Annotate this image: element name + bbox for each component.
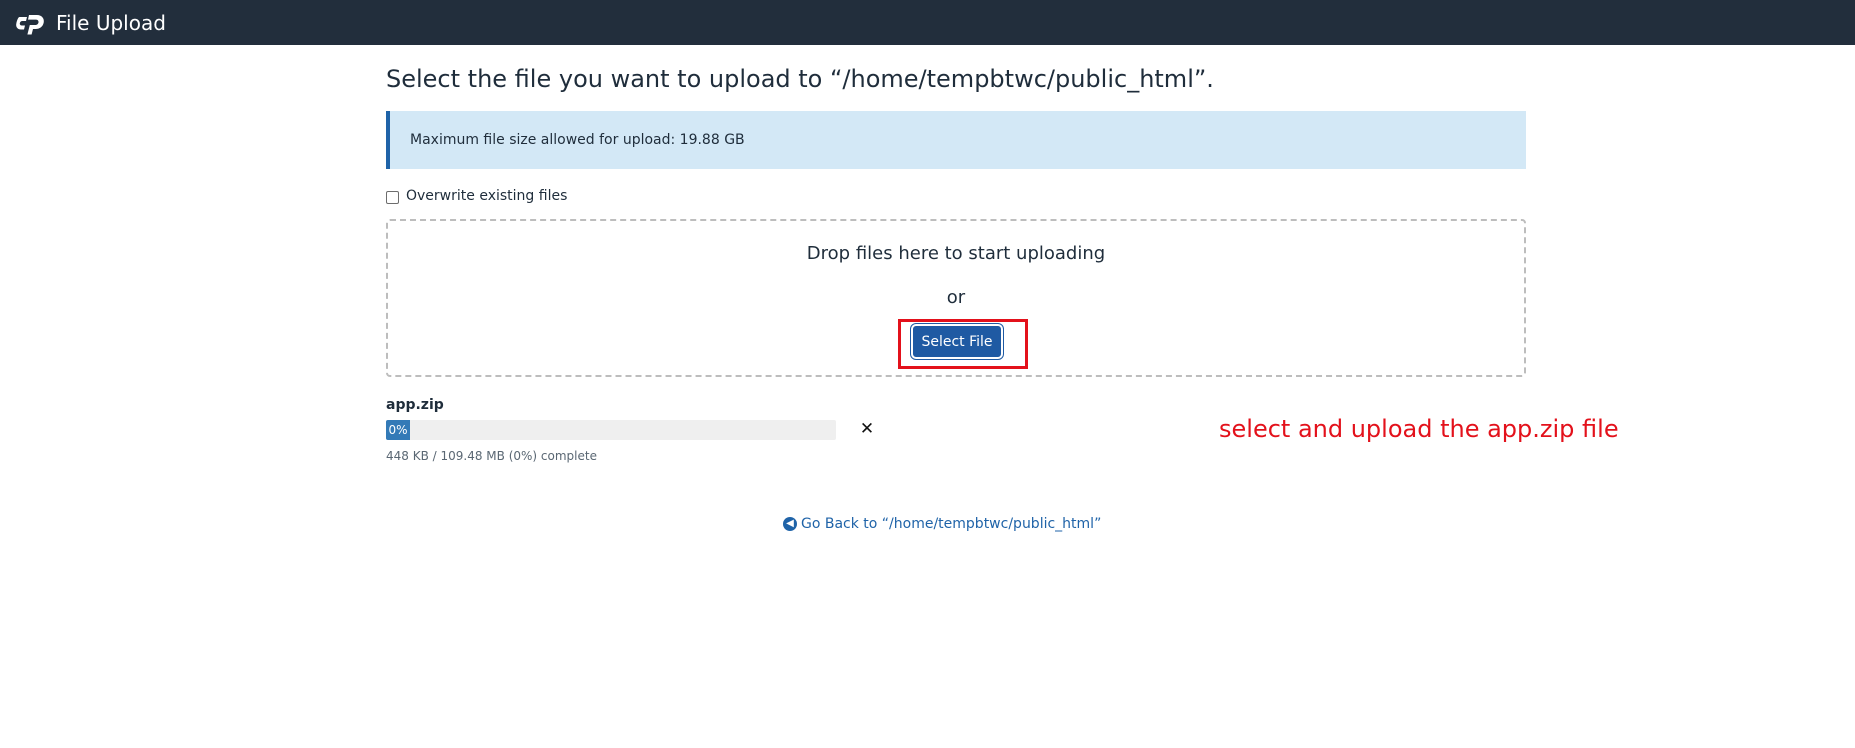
upload-progress-status: 448 KB / 109.48 MB (0%) complete	[386, 449, 597, 463]
overwrite-checkbox[interactable]	[386, 190, 399, 204]
go-back-label: Go Back to “/home/tempbtwc/public_html”	[801, 516, 1102, 532]
upload-progress-bar: 0%	[386, 420, 836, 440]
cpanel-logo-icon[interactable]	[16, 11, 46, 35]
overwrite-option[interactable]: Overwrite existing files	[386, 188, 567, 204]
upload-progress-fill: 0%	[386, 420, 410, 440]
overwrite-label: Overwrite existing files	[406, 188, 568, 204]
max-size-info-text: Maximum file size allowed for upload: 19…	[410, 132, 745, 148]
top-navbar: File Upload	[0, 0, 1855, 45]
close-icon[interactable]: ✕	[857, 419, 877, 439]
go-back-link[interactable]: ◀ Go Back to “/home/tempbtwc/public_html…	[783, 516, 1101, 532]
dropzone-text: Drop files here to start uploading	[806, 243, 1106, 264]
annotation-text: select and upload the app.zip file	[1219, 415, 1619, 443]
upload-file-name: app.zip	[386, 397, 444, 413]
app-title: File Upload	[56, 11, 166, 35]
dropzone-or-text: or	[946, 287, 966, 308]
max-size-info-box: Maximum file size allowed for upload: 19…	[386, 111, 1526, 169]
arrow-circle-left-icon: ◀	[783, 517, 797, 531]
page-title: Select the file you want to upload to “/…	[386, 65, 1214, 93]
annotation-highlight-box	[898, 319, 1028, 369]
